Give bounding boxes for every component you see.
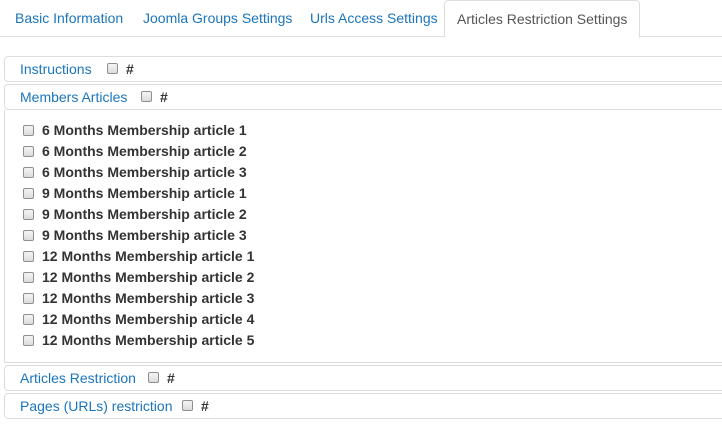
panel-pages-restriction: Pages (URLs) restriction # (4, 393, 722, 419)
article-label: 12 Months Membership article 2 (42, 269, 255, 285)
instructions-checkbox[interactable] (107, 63, 118, 74)
article-checkbox[interactable] (23, 146, 34, 157)
article-checkbox[interactable] (23, 125, 34, 136)
article-checkbox[interactable] (23, 314, 34, 325)
members-articles-checkbox[interactable] (141, 91, 152, 102)
panel-articles-restriction-toggle[interactable]: Articles Restriction (20, 366, 136, 390)
panel-members-articles-toggle[interactable]: Members Articles (20, 85, 127, 109)
instructions-hash: # (126, 61, 134, 77)
panel-instructions-toggle[interactable]: Instructions (20, 57, 92, 81)
article-checkbox[interactable] (23, 335, 34, 346)
tab-joomla-groups-settings[interactable]: Joomla Groups Settings (131, 0, 304, 37)
article-label: 12 Months Membership article 4 (42, 311, 255, 327)
article-checkbox[interactable] (23, 167, 34, 178)
article-label: 6 Months Membership article 1 (42, 122, 247, 138)
article-checkbox[interactable] (23, 230, 34, 241)
article-checkbox[interactable] (23, 251, 34, 262)
articles-restriction-hash: # (167, 370, 175, 386)
pages-restriction-checkbox[interactable] (182, 400, 193, 411)
members-articles-body: 6 Months Membership article 1 6 Months M… (4, 110, 722, 363)
tab-urls-access-settings[interactable]: Urls Access Settings (298, 0, 450, 37)
article-checkbox[interactable] (23, 272, 34, 283)
article-label: 12 Months Membership article 1 (42, 248, 255, 264)
article-label: 9 Months Membership article 1 (42, 185, 247, 201)
article-checkbox[interactable] (23, 188, 34, 199)
article-label: 6 Months Membership article 2 (42, 143, 247, 159)
members-articles-hash: # (160, 89, 168, 105)
article-checkbox[interactable] (23, 293, 34, 304)
tab-articles-restriction-settings[interactable]: Articles Restriction Settings (444, 0, 641, 38)
article-label: 6 Months Membership article 3 (42, 164, 247, 180)
panel-members-articles: Members Articles # (4, 84, 722, 110)
panel-pages-restriction-toggle[interactable]: Pages (URLs) restriction (20, 394, 173, 418)
articles-restriction-checkbox[interactable] (148, 372, 159, 383)
tab-bar: Basic Information Joomla Groups Settings… (0, 0, 722, 38)
panel-instructions: Instructions # (4, 56, 722, 82)
panel-articles-restriction: Articles Restriction # (4, 365, 722, 391)
article-label: 9 Months Membership article 3 (42, 227, 247, 243)
tab-basic-information[interactable]: Basic Information (3, 0, 135, 37)
article-label: 9 Months Membership article 2 (42, 206, 247, 222)
article-label: 12 Months Membership article 5 (42, 332, 255, 348)
article-label: 12 Months Membership article 3 (42, 290, 255, 306)
pages-restriction-hash: # (201, 398, 209, 414)
article-checkbox[interactable] (23, 209, 34, 220)
